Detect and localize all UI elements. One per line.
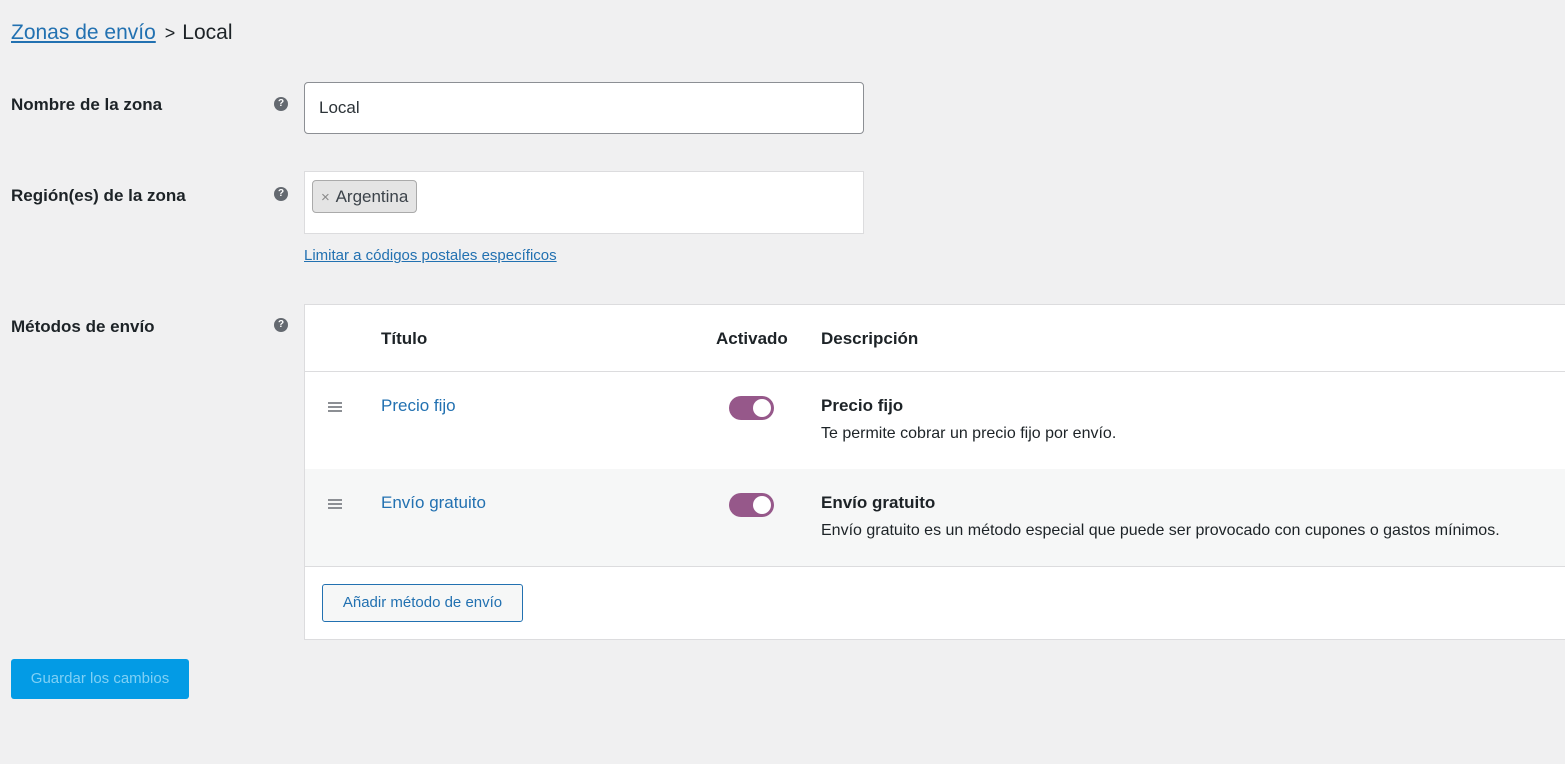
toggle-knob <box>753 496 771 514</box>
help-icon[interactable]: ? <box>274 187 288 201</box>
method-title-link[interactable]: Precio fijo <box>381 396 456 416</box>
breadcrumb: Zonas de envío > Local <box>11 19 232 47</box>
help-icon[interactable]: ? <box>274 97 288 111</box>
drag-handle-icon[interactable] <box>328 499 342 509</box>
method-description-title: Envío gratuito <box>821 493 936 512</box>
breadcrumb-link-shipping-zones[interactable]: Zonas de envío <box>11 21 156 44</box>
chip-label: Argentina <box>335 187 409 206</box>
table-row: Precio fijo Precio fijo Te permite cobra… <box>305 372 1565 469</box>
add-shipping-method-button[interactable]: Añadir método de envío <box>322 584 523 622</box>
save-changes-button[interactable]: Guardar los cambios <box>11 659 189 699</box>
limit-postcodes-link[interactable]: Limitar a códigos postales específicos <box>304 247 557 264</box>
enabled-toggle[interactable] <box>729 493 774 517</box>
enabled-toggle[interactable] <box>729 396 774 420</box>
help-icon[interactable]: ? <box>274 318 288 332</box>
breadcrumb-separator: > <box>164 23 176 43</box>
method-description-text: Envío gratuito es un método especial que… <box>821 522 1500 539</box>
method-title-link[interactable]: Envío gratuito <box>381 493 486 513</box>
breadcrumb-current: Local <box>182 21 233 44</box>
column-header-description: Descripción <box>821 329 919 348</box>
table-row: Envío gratuito Envío gratuito Envío grat… <box>305 469 1565 566</box>
zone-name-input[interactable]: Local <box>304 82 864 134</box>
toggle-knob <box>753 399 771 417</box>
method-description-text: Te permite cobrar un precio fijo por env… <box>821 425 1117 442</box>
shipping-methods-table: Título Activado Descripción Precio fijo … <box>304 304 1565 640</box>
column-header-enabled: Activado <box>716 329 788 348</box>
chip-remove-icon[interactable]: × <box>321 189 330 206</box>
region-chip: × Argentina <box>312 180 418 213</box>
zone-name-label: Nombre de la zona <box>11 95 163 114</box>
drag-handle-icon[interactable] <box>328 402 342 412</box>
zone-regions-label: Región(es) de la zona <box>11 186 186 205</box>
method-description-title: Precio fijo <box>821 396 904 415</box>
column-header-title: Título <box>381 329 428 348</box>
shipping-methods-label: Métodos de envío <box>11 317 155 336</box>
divider <box>305 566 1565 567</box>
zone-regions-select[interactable]: × Argentina <box>304 171 864 234</box>
